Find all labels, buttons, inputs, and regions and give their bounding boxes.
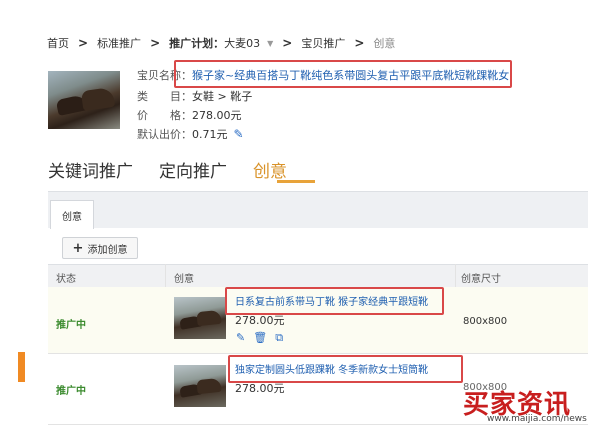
status-badge: 推广中 xyxy=(56,386,86,397)
default-bid-row: 默认出价：0.71元 ✎ xyxy=(137,126,244,142)
tab-keyword-promo[interactable]: 关键词推广 xyxy=(48,162,133,182)
shoe-image xyxy=(196,377,222,395)
chevron-right-icon: > xyxy=(282,36,293,50)
category-label: 类 目： xyxy=(137,90,192,103)
default-bid-label: 默认出价： xyxy=(137,128,192,141)
price-label: 价 格： xyxy=(137,109,192,122)
edit-pencil-icon[interactable]: ✎ xyxy=(236,331,245,344)
tab-creative[interactable]: 创意 xyxy=(253,162,287,182)
caret-down-icon[interactable]: ▼ xyxy=(267,39,273,48)
breadcrumb-current: 创意 xyxy=(373,37,396,50)
column-header-creative: 创意 xyxy=(174,274,194,285)
highlight-box xyxy=(228,355,463,383)
category-value: 女鞋 > 靴子 xyxy=(192,90,253,103)
breadcrumb-home[interactable]: 首页 xyxy=(47,35,69,51)
main-tabs: 关键词推广 定向推广 创意 xyxy=(48,157,313,182)
chevron-right-icon: > xyxy=(354,36,365,50)
breadcrumb-plan-value[interactable]: 大麦03 xyxy=(224,35,260,51)
chevron-right-icon: > xyxy=(78,36,89,50)
price-value: 278.00元 xyxy=(192,109,242,122)
panel-tabbar xyxy=(48,191,588,228)
breadcrumb-plan-label: 推广计划： xyxy=(169,37,225,50)
status-badge: 推广中 xyxy=(56,320,86,331)
chevron-right-icon: > xyxy=(150,36,161,50)
breadcrumb: 首页 > 标准推广 > 推广计划： 大麦03 ▼ > 宝贝推广 > 创意 xyxy=(47,35,395,51)
side-float-tab[interactable] xyxy=(18,352,25,382)
copy-icon[interactable]: ⧉ xyxy=(275,331,283,344)
subtab-creative[interactable]: 创意 xyxy=(50,200,94,229)
creative-thumbnail[interactable] xyxy=(174,365,226,407)
add-creative-label: 添加创意 xyxy=(87,244,128,256)
breadcrumb-item-promo[interactable]: 宝贝推广 xyxy=(301,35,345,51)
product-thumbnail xyxy=(48,71,120,129)
highlight-box xyxy=(174,60,512,88)
product-price-row: 价 格：278.00元 xyxy=(137,107,242,123)
active-tab-indicator xyxy=(277,180,315,183)
column-header-status: 状态 xyxy=(56,274,76,285)
row-actions: ✎ 🗑 ⧉ xyxy=(236,331,291,345)
creative-size: 800x800 xyxy=(463,316,508,327)
default-bid-value: 0.71元 xyxy=(192,128,228,141)
column-header-size: 创意尺寸 xyxy=(461,274,501,285)
table-header: 状态 创意 创意尺寸 xyxy=(48,264,588,288)
trash-icon[interactable]: 🗑 xyxy=(253,331,267,344)
breadcrumb-standard-promo[interactable]: 标准推广 xyxy=(97,35,141,51)
creative-thumbnail[interactable] xyxy=(174,297,226,339)
add-creative-button[interactable]: + 添加创意 xyxy=(62,237,138,259)
tab-targeted-promo[interactable]: 定向推广 xyxy=(159,162,227,182)
plus-icon: + xyxy=(72,240,84,256)
shoe-image xyxy=(196,309,222,327)
product-category-row: 类 目：女鞋 > 靴子 xyxy=(137,88,252,104)
highlight-box xyxy=(225,287,444,315)
edit-pencil-icon[interactable]: ✎ xyxy=(234,127,244,141)
watermark-url: www.maijia.com/news xyxy=(487,414,587,424)
shoe-image xyxy=(80,86,116,112)
